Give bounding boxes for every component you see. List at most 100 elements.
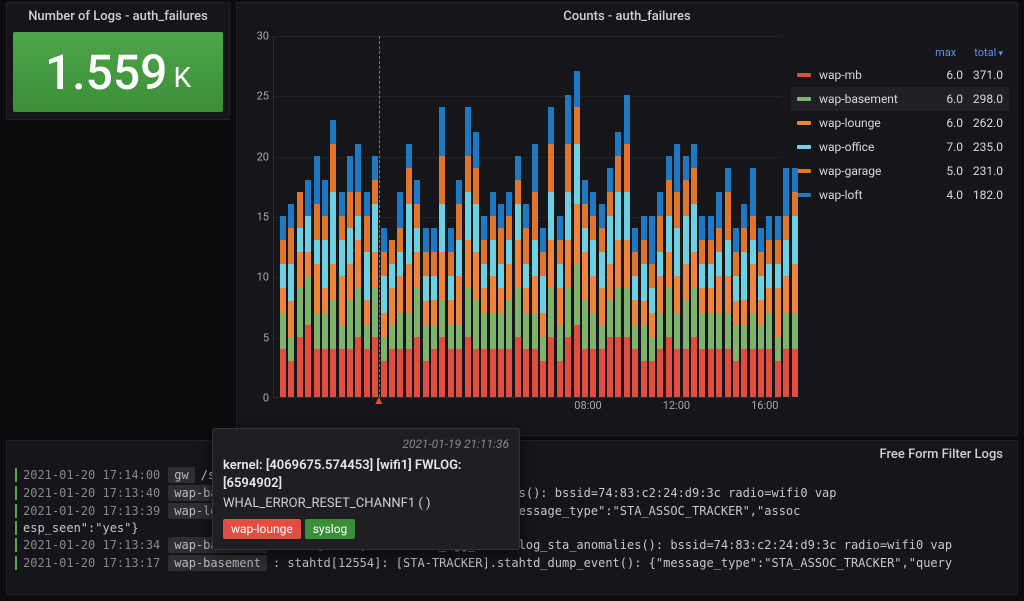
stat-unit: K [173,61,191,94]
annotation-marker-icon[interactable]: ▲ [373,393,385,407]
legend-max-value: 5.0 [923,164,963,178]
log-line[interactable]: 2021-01-20 17:13:17wap-basement: stahtd[… [7,554,1017,572]
bar-column[interactable] [465,107,471,397]
log-timestamp: 2021-01-20 17:13:39 [23,504,160,518]
bar-column[interactable] [683,156,689,397]
y-tick: 20 [257,150,269,163]
bar-column[interactable] [431,228,437,397]
bar-column[interactable] [750,168,756,397]
legend-series-name: wap-lounge [819,116,923,130]
log-timestamp: 2021-01-20 17:13:17 [23,556,160,570]
bar-column[interactable] [381,228,387,397]
bar-column[interactable] [674,144,680,397]
bar-column[interactable] [599,204,605,397]
bar-column[interactable] [758,228,764,397]
bar-column[interactable] [322,180,328,397]
bar-column[interactable] [532,144,538,397]
bar-column[interactable] [305,180,311,397]
bar-column[interactable] [314,156,320,397]
bar-column[interactable] [515,156,521,397]
bar-column[interactable] [641,216,647,397]
bar-column[interactable] [649,216,655,397]
x-tick: 16:00 [751,399,778,412]
bar-column[interactable] [540,228,546,397]
bar-column[interactable] [775,216,781,397]
bar-column[interactable] [490,192,496,397]
bar-column[interactable] [691,144,697,397]
legend-row[interactable]: wap-office7.0235.0 [791,135,1009,159]
legend-row[interactable]: wap-lounge6.0262.0 [791,111,1009,135]
bar-column[interactable] [565,95,571,397]
bar-column[interactable] [733,228,739,397]
legend-col-total[interactable]: total [974,46,1003,59]
legend-header[interactable]: max total [791,42,1009,63]
bar-column[interactable] [280,216,286,397]
legend-row[interactable]: wap-basement6.0298.0 [791,87,1009,111]
bar-column[interactable] [406,144,412,397]
bar-column[interactable] [741,204,747,397]
bar-column[interactable] [456,180,462,397]
bar-column[interactable] [574,71,580,397]
bar-column[interactable] [389,240,395,397]
bar-column[interactable] [523,204,529,397]
bar-column[interactable] [355,144,361,397]
legend-swatch-icon [797,121,811,125]
y-tick: 0 [263,392,269,405]
bar-column[interactable] [557,216,563,397]
bar-column[interactable] [590,192,596,397]
bar-column[interactable] [498,204,504,397]
bar-column[interactable] [708,216,714,397]
legend-total-value: 182.0 [963,188,1003,202]
y-tick: 5 [263,331,269,344]
bar-column[interactable] [481,216,487,397]
bar-column[interactable] [548,107,554,397]
chart-bars[interactable]: 08:0012:0016:00 ▲ [273,36,781,398]
bar-column[interactable] [439,107,445,397]
legend-series-name: wap-basement [819,92,923,106]
bar-column[interactable] [792,168,798,397]
bar-column[interactable] [699,216,705,397]
bar-column[interactable] [582,180,588,397]
tooltip-heading: kernel: [4069675.574453] [wifi1] FWLOG: … [223,457,509,492]
log-message: esp_seen":"yes"} [23,521,139,535]
bar-column[interactable] [347,156,353,397]
chart-legend[interactable]: max total wap-mb6.0371.0wap-basement6.02… [791,36,1009,428]
bar-column[interactable] [297,192,303,397]
y-tick: 15 [257,211,269,224]
bar-column[interactable] [666,156,672,397]
bar-column[interactable] [607,168,613,397]
bar-column[interactable] [725,168,731,397]
legend-row[interactable]: wap-loft4.0182.0 [791,183,1009,207]
bar-column[interactable] [372,156,378,397]
tooltip-timestamp: 2021-01-19 21:11:36 [223,437,509,451]
bar-column[interactable] [783,168,789,397]
bar-column[interactable] [397,192,403,397]
bar-column[interactable] [364,192,370,397]
legend-max-value: 6.0 [923,92,963,106]
bar-column[interactable] [473,132,479,397]
bar-column[interactable] [339,192,345,397]
bar-column[interactable] [330,120,336,398]
annotation-tooltip: 2021-01-19 21:11:36 kernel: [4069675.574… [212,428,520,550]
legend-row[interactable]: wap-garage5.0231.0 [791,159,1009,183]
bar-column[interactable] [632,228,638,397]
stat-panel[interactable]: Number of Logs - auth_failures 1.559 K [6,2,230,120]
bar-column[interactable] [414,180,420,397]
bar-column[interactable] [716,192,722,397]
bar-column[interactable] [615,132,621,397]
legend-col-max[interactable]: max [935,46,956,59]
log-timestamp: 2021-01-20 17:13:34 [23,538,160,552]
bar-column[interactable] [624,95,630,397]
legend-row[interactable]: wap-mb6.0371.0 [791,63,1009,87]
bar-column[interactable] [288,204,294,397]
bar-column[interactable] [423,228,429,397]
bar-column[interactable] [448,228,454,397]
chart-panel[interactable]: Counts - auth_failures 051015202530 08:0… [236,2,1018,436]
log-host-tag: wap-basement [168,555,267,571]
chart-y-axis: 051015202530 [245,36,273,428]
chart-plot-area[interactable]: 051015202530 08:0012:0016:00 ▲ [245,36,781,428]
bar-column[interactable] [766,216,772,397]
legend-total-value: 371.0 [963,68,1003,82]
bar-column[interactable] [657,192,663,397]
bar-column[interactable] [506,192,512,397]
